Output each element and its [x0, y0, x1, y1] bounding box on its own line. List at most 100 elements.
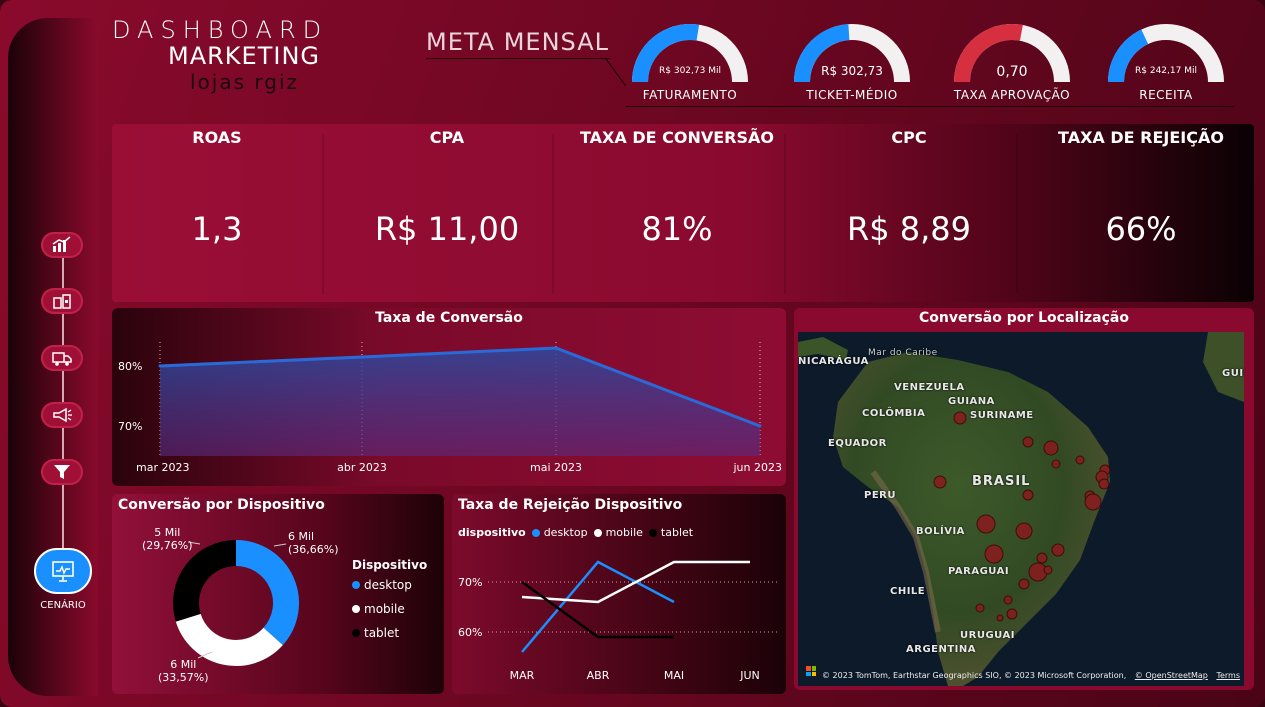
map-bubble: [976, 514, 996, 534]
gauge-faturamento: R$ 302,73 Mil FATURAMENTO: [630, 22, 760, 106]
kpi-taxa-conversao-title: TAXA DE CONVERSÃO: [580, 128, 774, 147]
conversion-area: [160, 348, 760, 456]
donut-label-mobile: 6 Mil (33,57%): [158, 658, 209, 684]
nav-scenario-label: CENÁRIO: [40, 600, 86, 611]
x-tick-label: mar 2023: [136, 461, 189, 474]
map-bubble: [1022, 489, 1034, 501]
gauge-faturamento-arc: [632, 24, 748, 83]
map-bubble: [933, 475, 947, 489]
map-attribution: © 2023 TomTom, Earthstar Geographics SIO…: [822, 671, 1240, 680]
map-attribution-text: © 2023 TomTom, Earthstar Geographics SIO…: [822, 671, 1127, 680]
gauge-receita: R$ 242,17 Mil RECEITA: [1106, 22, 1236, 106]
nav-scenario-button[interactable]: [34, 548, 92, 594]
gauge-taxa-aprovacao-value: 0,70: [996, 64, 1028, 80]
presentation-icon: [52, 561, 74, 582]
legend-item-desktop[interactable]: desktop: [352, 578, 427, 592]
legend-dot: [352, 605, 360, 613]
gauge-receita-label: RECEITA: [1139, 88, 1193, 102]
map-bubble: [996, 614, 1004, 622]
title-line3: lojas rgiz: [190, 70, 300, 94]
x-tick-label: abr 2023: [337, 461, 387, 474]
conversion-point: [554, 346, 558, 350]
map-bubble: [1051, 459, 1061, 469]
kpi-cpa: CPA R$ 11,00: [332, 124, 562, 302]
legend-item-desktop-label: desktop: [364, 578, 412, 592]
map-terms-link[interactable]: Terms: [1216, 671, 1240, 680]
map-bubble: [1022, 436, 1034, 448]
nav-chart-button[interactable]: [41, 232, 83, 258]
microsoft-logo-icon: [806, 666, 816, 676]
map-bubble: [1006, 608, 1018, 620]
meta-divider: [426, 58, 610, 59]
gauge-faturamento-value: R$ 302,73 Mil: [659, 66, 721, 76]
x-tick-label: jun 2023: [733, 461, 783, 474]
kpi-roas-title: ROAS: [192, 128, 242, 147]
map-bubble: [1043, 565, 1053, 575]
kpi-separator: [1016, 134, 1018, 294]
nav-megaphone-button[interactable]: [41, 402, 83, 428]
nav-truck-button[interactable]: [41, 345, 83, 371]
donut-leader-line: [273, 543, 287, 547]
kpi-cpc: CPC R$ 8,89: [794, 124, 1024, 302]
legend-dot: [352, 581, 360, 589]
kpi-cpc-title: CPC: [891, 128, 927, 147]
map-bubble: [1015, 522, 1033, 540]
map-bubble: [975, 603, 985, 613]
gauge-ticket-medio-label: TICKET-MÉDIO: [806, 88, 898, 102]
rejection-line-desktop: [521, 560, 675, 653]
x-tick-label: MAI: [664, 669, 684, 682]
gauge-faturamento-label: FATURAMENTO: [642, 88, 738, 102]
x-tick-label: ABR: [587, 669, 610, 682]
title-line1: DASHBOARD: [112, 16, 329, 44]
device-donut-card: Conversão por Dispositivo 6 Mil (36,66%)…: [112, 494, 444, 694]
map-bubble: [1084, 493, 1102, 511]
y-tick-label: 60%: [458, 626, 482, 639]
map-card: Conversão por Localização Mar do Caribe …: [794, 308, 1254, 690]
map-bubbles: [933, 411, 1111, 622]
rejection-line-chart[interactable]: 70% 60% MAR ABR MAI JUN: [452, 494, 786, 694]
kpi-strip: ROAS 1,3 CPA R$ 11,00 TAXA DE CONVERSÃO …: [112, 124, 1254, 302]
conversion-point: [360, 355, 364, 359]
kpi-cpc-value: R$ 8,89: [846, 210, 971, 248]
legend-item-mobile[interactable]: mobile: [352, 602, 427, 616]
store-icon: [53, 294, 71, 309]
rejection-line-card: Taxa de Rejeição Dispositivo dispositivo…: [452, 494, 786, 694]
x-tick-label: MAR: [510, 669, 535, 682]
dashboard-frame: CENÁRIO DASHBOARD MARKETING lojas rgiz M…: [0, 0, 1265, 707]
x-tick-label: mai 2023: [530, 461, 582, 474]
gauge-taxa-aprovacao-label: TAXA APROVAÇÃO: [953, 88, 1071, 102]
y-tick-label: 80%: [118, 360, 142, 373]
donut-label-desktop-count: 6 Mil: [288, 530, 315, 543]
kpi-cpa-title: CPA: [429, 128, 465, 147]
kpi-separator: [784, 134, 786, 294]
nav-store-button[interactable]: [41, 288, 83, 314]
map-bubble: [1043, 440, 1059, 456]
kpi-taxa-conversao-value: 81%: [641, 210, 713, 248]
map-osm-link[interactable]: © OpenStreetMap: [1135, 671, 1208, 680]
chart-icon: [52, 236, 71, 252]
legend-item-tablet-label: tablet: [364, 626, 400, 640]
legend-item-mobile-label: mobile: [364, 602, 405, 616]
conversion-area-chart[interactable]: 80% 70% mar 2023 abr 2023 mai 2023 jun 2023: [112, 308, 786, 486]
donut-label-mobile-count: 6 Mil: [170, 658, 197, 671]
donut-label-desktop: 6 Mil (36,66%): [288, 530, 339, 556]
legend-item-tablet[interactable]: tablet: [352, 626, 427, 640]
map-bubble: [1075, 455, 1085, 465]
gauge-receita-value: R$ 242,17 Mil: [1135, 66, 1197, 76]
kpi-cpa-value: R$ 11,00: [374, 210, 520, 248]
kpi-roas: ROAS 1,3: [112, 124, 322, 302]
donut-slice-desktop: [235, 540, 299, 646]
kpi-taxa-rejeicao-title: TAXA DE REJEIÇÃO: [1058, 128, 1224, 147]
kpi-taxa-conversao: TAXA DE CONVERSÃO 81%: [562, 124, 792, 302]
legend-dot: [352, 629, 360, 637]
map-bubble: [984, 544, 1004, 564]
x-tick-label: JUN: [739, 669, 760, 682]
map-bubble: [1018, 578, 1030, 590]
kpi-taxa-rejeicao-value: 66%: [1105, 210, 1177, 248]
map-title: Conversão por Localização: [919, 310, 1129, 326]
donut-label-tablet-pct: (29,76%): [142, 539, 193, 552]
gauge-receita-arc: [1108, 24, 1224, 83]
nav-filter-button[interactable]: [41, 459, 83, 485]
map-view[interactable]: Mar do Caribe NICARÁGUA VENEZUELA GUIANA…: [798, 332, 1244, 686]
meta-divider-bottom: [626, 106, 1234, 107]
